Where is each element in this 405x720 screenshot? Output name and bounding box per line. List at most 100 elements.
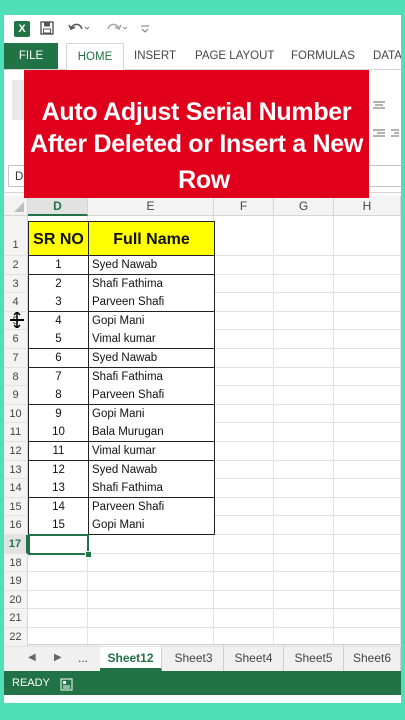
indent-icon[interactable] xyxy=(390,126,400,144)
next-sheet-icon[interactable]: ▶ xyxy=(54,645,62,671)
grid-cell[interactable] xyxy=(334,293,401,312)
row-header[interactable]: 14 xyxy=(4,479,28,498)
table-cell-full-name[interactable]: Gopi Mani xyxy=(88,516,215,536)
row-header[interactable]: 7 xyxy=(4,349,28,368)
grid-cell[interactable] xyxy=(334,386,401,405)
grid-cell[interactable] xyxy=(214,460,274,480)
table-cell-sr-no[interactable]: 6 xyxy=(28,349,89,369)
row-header[interactable]: 12 xyxy=(4,442,28,461)
grid-cell[interactable] xyxy=(28,572,88,591)
table-cell-full-name[interactable]: Gopi Mani xyxy=(88,404,215,424)
grid-cell[interactable] xyxy=(274,404,334,424)
grid-cell[interactable] xyxy=(274,386,334,405)
grid-cell[interactable] xyxy=(28,590,88,610)
grid-cell[interactable] xyxy=(274,535,334,554)
sheet-tab-sheet6[interactable]: Sheet6 xyxy=(344,645,401,671)
grid-cell[interactable] xyxy=(334,609,401,628)
row-header[interactable]: 3 xyxy=(4,274,28,294)
tab-formulas[interactable]: FORMULAS xyxy=(291,43,355,69)
table-cell-sr-no[interactable]: 11 xyxy=(28,442,89,462)
row-header[interactable]: 2 xyxy=(4,256,28,275)
undo-icon[interactable] xyxy=(68,21,90,37)
row-header[interactable]: 9 xyxy=(4,386,28,405)
grid-cell[interactable] xyxy=(214,256,274,275)
table-header-full-name[interactable]: Full Name xyxy=(88,221,215,256)
prev-sheet-icon[interactable]: ◀ xyxy=(28,645,36,671)
table-cell-sr-no[interactable]: 7 xyxy=(28,367,89,387)
table-cell-full-name[interactable]: Bala Murugan xyxy=(88,423,215,443)
redo-icon[interactable] xyxy=(106,21,128,37)
grid-cell[interactable] xyxy=(214,311,274,331)
grid-cell[interactable] xyxy=(334,423,401,442)
grid-cell[interactable] xyxy=(274,516,334,535)
grid-cell[interactable] xyxy=(274,311,334,331)
table-cell-sr-no[interactable]: 8 xyxy=(28,386,89,406)
grid-cell[interactable] xyxy=(274,349,334,368)
grid-cell[interactable] xyxy=(334,553,401,573)
tab-insert[interactable]: INSERT xyxy=(134,43,176,69)
grid-cell[interactable] xyxy=(274,497,334,517)
grid-cell[interactable] xyxy=(28,628,88,647)
grid-cell[interactable] xyxy=(334,274,401,294)
grid-cell[interactable] xyxy=(214,442,274,461)
row-header[interactable]: 17 xyxy=(4,535,28,554)
table-cell-sr-no[interactable]: 2 xyxy=(28,274,89,294)
grid-cell[interactable] xyxy=(88,609,214,628)
grid-cell[interactable] xyxy=(274,367,334,387)
row-header[interactable]: 19 xyxy=(4,572,28,591)
table-cell-full-name[interactable]: Parveen Shafi xyxy=(88,386,215,406)
table-cell-sr-no[interactable]: 5 xyxy=(28,330,89,350)
grid-cell[interactable] xyxy=(334,460,401,480)
grid-cell[interactable] xyxy=(334,349,401,368)
table-cell-sr-no[interactable]: 10 xyxy=(28,423,89,443)
table-cell-full-name[interactable]: Shafi Fathima xyxy=(88,274,215,294)
grid-cell[interactable] xyxy=(274,442,334,461)
column-header-f[interactable]: F xyxy=(214,196,274,216)
grid-cell[interactable] xyxy=(88,590,214,610)
select-all-corner[interactable] xyxy=(4,196,28,216)
tab-page-layout[interactable]: PAGE LAYOUT xyxy=(195,43,274,69)
grid-cell[interactable] xyxy=(274,216,334,256)
grid-cell[interactable] xyxy=(214,404,274,424)
grid-cell[interactable] xyxy=(28,609,88,628)
grid-cell[interactable] xyxy=(334,479,401,498)
grid-cell[interactable] xyxy=(274,479,334,498)
row-header[interactable]: 8 xyxy=(4,367,28,387)
row-header[interactable]: 13 xyxy=(4,460,28,480)
row-header[interactable]: 1 xyxy=(4,216,28,256)
table-cell-sr-no[interactable]: 1 xyxy=(28,256,89,276)
grid-cell[interactable] xyxy=(274,256,334,275)
table-cell-full-name[interactable]: Syed Nawab xyxy=(88,349,215,369)
grid-cell[interactable] xyxy=(334,497,401,517)
grid-cell[interactable] xyxy=(214,386,274,405)
grid-cell[interactable] xyxy=(334,590,401,610)
grid-cell[interactable] xyxy=(334,628,401,647)
row-header[interactable]: 16 xyxy=(4,516,28,535)
grid-cell[interactable] xyxy=(88,628,214,647)
grid-cell[interactable] xyxy=(334,572,401,591)
tab-file[interactable]: FILE xyxy=(4,43,58,69)
grid-cell[interactable] xyxy=(88,572,214,591)
grid-cell[interactable] xyxy=(214,274,274,294)
grid-cell[interactable] xyxy=(274,423,334,442)
table-cell-full-name[interactable]: Syed Nawab xyxy=(88,460,215,480)
grid-cell[interactable] xyxy=(214,535,274,554)
grid-cell[interactable] xyxy=(214,367,274,387)
grid-cell[interactable] xyxy=(334,442,401,461)
table-cell-sr-no[interactable]: 14 xyxy=(28,497,89,517)
column-header-g[interactable]: G xyxy=(274,196,334,216)
grid-cell[interactable] xyxy=(274,460,334,480)
active-cell-selection[interactable] xyxy=(28,534,89,555)
grid-cell[interactable] xyxy=(274,274,334,294)
table-cell-full-name[interactable]: Shafi Fathima xyxy=(88,367,215,387)
grid-cell[interactable] xyxy=(334,216,401,256)
row-header[interactable]: 18 xyxy=(4,553,28,573)
sheet-tab-sheet5[interactable]: Sheet5 xyxy=(284,645,344,671)
tab-home[interactable]: HOME xyxy=(66,43,124,71)
column-header-e[interactable]: E xyxy=(88,196,214,216)
row-header[interactable]: 20 xyxy=(4,590,28,610)
table-cell-sr-no[interactable]: 3 xyxy=(28,293,89,313)
tab-data[interactable]: DATA xyxy=(373,43,401,69)
grid-cell[interactable] xyxy=(334,256,401,275)
grid-cell[interactable] xyxy=(334,330,401,349)
